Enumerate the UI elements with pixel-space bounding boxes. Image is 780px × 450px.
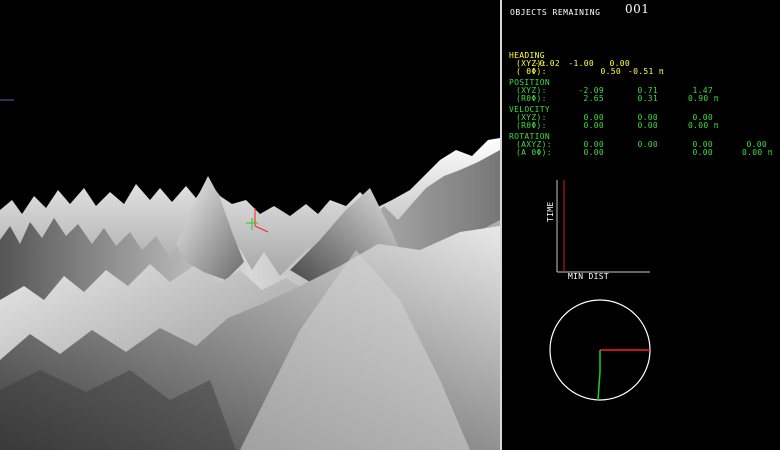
graph-x-label: MIN DIST bbox=[568, 272, 609, 281]
compass-y-needle-tail bbox=[597, 371, 601, 401]
3d-terrain-viewport[interactable] bbox=[0, 0, 500, 450]
terrain-scene bbox=[0, 99, 500, 450]
telemetry-panel: OBJECTS REMAINING 001 HEADING (XYZ): -0.… bbox=[502, 0, 780, 450]
time-min-dist-graph bbox=[549, 180, 651, 401]
graph-y-label: TIME bbox=[546, 201, 555, 222]
